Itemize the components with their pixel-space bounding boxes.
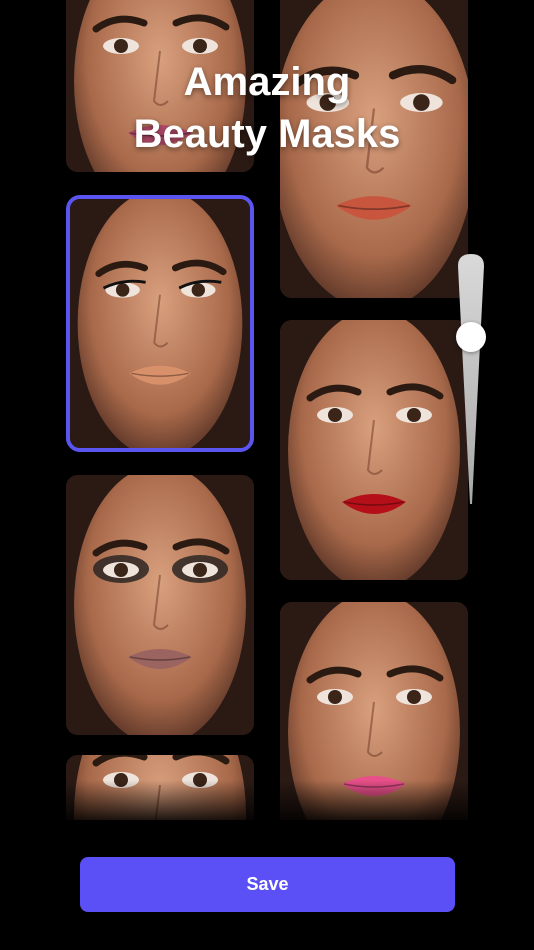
save-button[interactable]: Save: [80, 857, 455, 912]
slider-knob[interactable]: [456, 322, 486, 353]
headline-line-2: Beauty Masks: [133, 112, 401, 156]
mask-tile-6[interactable]: [280, 602, 468, 820]
portrait-image: [66, 475, 254, 735]
portrait-image: [280, 602, 468, 820]
headline-line-1: Amazing: [183, 60, 351, 104]
mask-tile-7[interactable]: [66, 755, 254, 820]
headline: Amazing Beauty Masks: [0, 56, 534, 160]
portrait-image: [280, 320, 468, 580]
mask-tile-3[interactable]: [66, 195, 254, 452]
portrait-image: [66, 755, 254, 820]
slider-track: [458, 254, 484, 504]
intensity-slider[interactable]: [456, 254, 486, 504]
portrait-image: [70, 199, 250, 448]
mask-tile-4[interactable]: [280, 320, 468, 580]
mask-tile-5[interactable]: [66, 475, 254, 735]
